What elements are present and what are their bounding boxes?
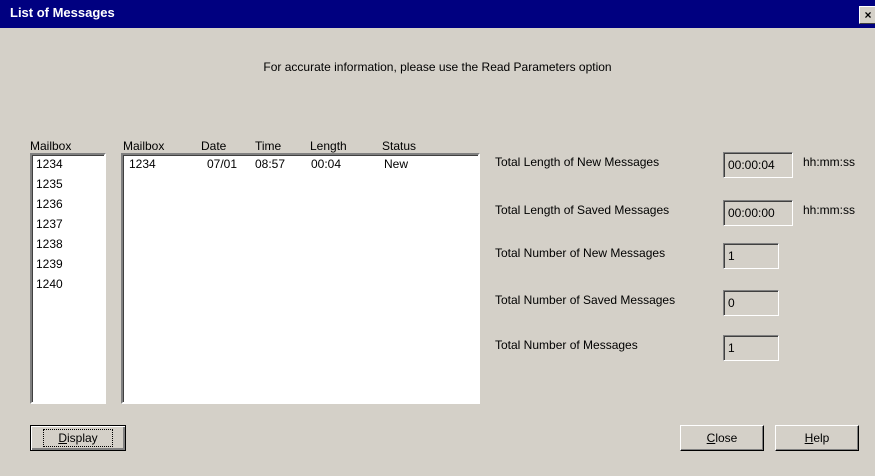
close-button[interactable]: Close bbox=[680, 425, 764, 451]
mailbox-list-item[interactable]: 1239 bbox=[36, 257, 63, 271]
close-window-icon[interactable]: × bbox=[859, 6, 875, 24]
total-number-new-field: 1 bbox=[723, 243, 779, 269]
table-row[interactable]: 1234 07/01 08:57 00:04 New bbox=[123, 157, 478, 173]
cell-date: 07/01 bbox=[207, 157, 238, 171]
messages-listbox[interactable]: 1234 07/01 08:57 00:04 New bbox=[121, 153, 480, 404]
read-parameters-notice: For accurate information, please use the… bbox=[263, 60, 612, 74]
total-length-saved-label: Total Length of Saved Messages bbox=[495, 203, 670, 217]
column-header-status: Status bbox=[382, 139, 417, 153]
mailbox-listbox[interactable]: 1234 1235 1236 1237 1238 1239 1240 bbox=[30, 153, 106, 404]
total-length-saved-unit: hh:mm:ss bbox=[803, 203, 856, 217]
mailbox-list-item[interactable]: 1236 bbox=[36, 197, 63, 211]
mailbox-list-item[interactable]: 1240 bbox=[36, 277, 63, 291]
help-button-label: Help bbox=[804, 431, 830, 445]
title-bar: List of Messages × bbox=[0, 0, 875, 28]
total-length-new-unit: hh:mm:ss bbox=[803, 155, 856, 169]
total-length-new-field: 00:00:04 bbox=[723, 152, 793, 178]
mailbox-list-item[interactable]: 1234 bbox=[36, 157, 63, 171]
mailbox-list-header: Mailbox bbox=[30, 139, 72, 153]
column-header-mailbox: Mailbox bbox=[123, 139, 165, 153]
cell-time: 08:57 bbox=[255, 157, 286, 171]
mailbox-list-item[interactable]: 1238 bbox=[36, 237, 63, 251]
column-header-length: Length bbox=[310, 139, 347, 153]
total-length-new-label: Total Length of New Messages bbox=[495, 155, 660, 169]
display-button[interactable]: Display bbox=[30, 425, 126, 451]
cell-length: 00:04 bbox=[311, 157, 342, 171]
column-header-time: Time bbox=[255, 139, 282, 153]
display-button-label: Display bbox=[43, 429, 113, 447]
help-button[interactable]: Help bbox=[775, 425, 859, 451]
total-messages-label: Total Number of Messages bbox=[495, 338, 638, 352]
window-title: List of Messages bbox=[10, 5, 115, 20]
column-header-date: Date bbox=[201, 139, 227, 153]
close-button-label: Close bbox=[706, 431, 738, 445]
total-number-saved-label: Total Number of Saved Messages bbox=[495, 293, 676, 307]
total-number-saved-field: 0 bbox=[723, 290, 779, 316]
total-length-saved-field: 00:00:00 bbox=[723, 200, 793, 226]
mailbox-list-item[interactable]: 1237 bbox=[36, 217, 63, 231]
cell-mailbox: 1234 bbox=[129, 157, 156, 171]
total-number-new-label: Total Number of New Messages bbox=[495, 246, 666, 260]
total-messages-field: 1 bbox=[723, 335, 779, 361]
mailbox-list-item[interactable]: 1235 bbox=[36, 177, 63, 191]
cell-status: New bbox=[384, 157, 409, 171]
